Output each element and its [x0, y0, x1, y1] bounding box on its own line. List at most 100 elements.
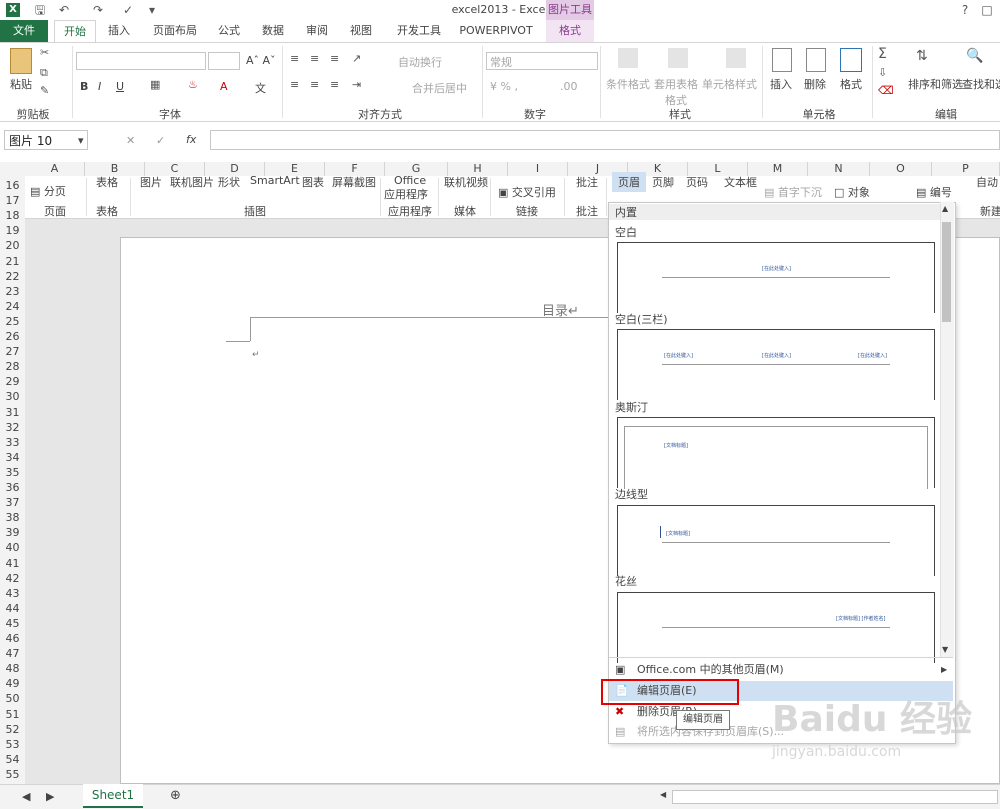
row-header[interactable]: 43 — [0, 586, 25, 601]
cancel-icon[interactable]: ✕ — [126, 134, 135, 147]
row-header[interactable]: 32 — [0, 420, 25, 435]
font-size-box[interactable] — [208, 52, 240, 70]
enter-icon[interactable]: ✓ — [156, 134, 165, 147]
menu-item-more-headers[interactable]: ▣ Office.com 中的其他页眉(M) ▶ — [609, 660, 953, 680]
cell-styles-button[interactable]: 单元格样式 — [702, 76, 757, 92]
undo-icon[interactable]: ↶ — [56, 2, 72, 18]
gallery-thumbnail-filigree[interactable]: [文档标题] [作者姓名] — [617, 592, 935, 663]
add-sheet-icon[interactable]: ⊕ — [170, 788, 181, 803]
row-header[interactable]: 34 — [0, 450, 25, 465]
footer-button[interactable]: 页脚 — [652, 174, 674, 190]
tab-powerpivot[interactable]: POWERPIVOT — [456, 20, 536, 42]
row-header[interactable]: 29 — [0, 374, 25, 389]
row-header[interactable]: 41 — [0, 556, 25, 571]
delete-cells-icon[interactable] — [806, 48, 826, 72]
row-header[interactable]: 21 — [0, 254, 25, 269]
row-header[interactable]: 28 — [0, 359, 25, 374]
autosum-icon[interactable]: Σ — [878, 46, 887, 62]
column-header[interactable]: I — [508, 162, 568, 176]
row-header[interactable]: 44 — [0, 601, 25, 616]
row-header[interactable]: 26 — [0, 329, 25, 344]
row-header[interactable]: 25 — [0, 314, 25, 329]
tab-file[interactable]: 文件 — [0, 20, 48, 42]
find-icon[interactable]: 🔍 — [966, 48, 983, 64]
tab-formulas[interactable]: 公式 — [210, 20, 248, 42]
find-select-button[interactable]: 查找和选 — [962, 76, 1000, 92]
customize-qat-icon[interactable]: ▾ — [144, 2, 160, 18]
format-table-button[interactable]: 套用表格格式 — [652, 76, 700, 108]
save-icon[interactable]: 🖫 — [32, 2, 48, 18]
tab-developer[interactable]: 开发工具 — [388, 20, 450, 42]
row-header[interactable]: 48 — [0, 661, 25, 676]
row-header[interactable]: 53 — [0, 737, 25, 752]
row-header[interactable]: 23 — [0, 284, 25, 299]
font-color-button[interactable]: A — [220, 80, 228, 93]
merge-center-button[interactable]: 合并后居中 — [412, 80, 467, 96]
currency-icon[interactable]: ¥ % , — [490, 80, 518, 93]
screenshot-button[interactable]: 屏幕截图 — [332, 174, 376, 190]
italic-button[interactable]: I — [98, 80, 101, 93]
row-header[interactable]: 37 — [0, 495, 25, 510]
scroll-up-icon[interactable]: ▲ — [942, 204, 948, 213]
format-table-icon[interactable] — [668, 48, 688, 68]
align-left-icon[interactable]: ≡ — [290, 78, 299, 91]
conditional-format-button[interactable]: 条件格式 — [606, 76, 650, 92]
row-header[interactable]: 24 — [0, 299, 25, 314]
formula-input[interactable] — [210, 130, 1000, 150]
row-header[interactable]: 18 — [0, 208, 25, 223]
gallery-scroll-thumb[interactable] — [942, 222, 951, 322]
tab-home[interactable]: 开始 — [54, 20, 96, 42]
row-header[interactable]: 31 — [0, 405, 25, 420]
copy-icon[interactable]: ⧉ — [40, 66, 48, 80]
sort-filter-button[interactable]: 排序和筛选 — [908, 76, 963, 92]
insert-cells-button[interactable]: 插入 — [770, 76, 792, 92]
ribbon-display-icon[interactable]: □ — [978, 2, 996, 18]
table-button[interactable]: 表格 — [96, 174, 118, 190]
gallery-thumbnail-blank[interactable]: [在此处键入] — [617, 242, 935, 313]
shapes-button[interactable]: 形状 — [218, 174, 240, 190]
tab-view[interactable]: 视图 — [342, 20, 380, 42]
font-name-box[interactable] — [76, 52, 206, 70]
tab-page-layout[interactable]: 页面布局 — [144, 20, 206, 42]
align-bottom-icon[interactable]: ≡ — [330, 52, 339, 65]
row-header[interactable]: 36 — [0, 480, 25, 495]
tab-data[interactable]: 数据 — [254, 20, 292, 42]
column-header[interactable]: N — [808, 162, 870, 176]
column-header[interactable]: M — [748, 162, 808, 176]
drop-cap-button[interactable]: ▤ 首字下沉 — [764, 184, 822, 200]
picture-button[interactable]: 图片 — [140, 174, 162, 190]
gallery-thumbnail-blank-three[interactable]: [在此处键入] [在此处键入] [在此处键入] — [617, 329, 935, 400]
align-center-icon[interactable]: ≡ — [310, 78, 319, 91]
online-video-button[interactable]: 联机视频 — [444, 174, 488, 190]
page-number-button[interactable]: 页码 — [686, 174, 708, 190]
format-painter-icon[interactable]: ✎ — [40, 84, 49, 97]
row-header[interactable]: 42 — [0, 571, 25, 586]
row-header[interactable]: 22 — [0, 269, 25, 284]
row-header[interactable]: 16 — [0, 178, 25, 193]
borders-icon[interactable]: ▦ — [150, 78, 160, 91]
page-break-button[interactable]: ▤ 分页 — [30, 183, 66, 199]
row-header[interactable]: 20 — [0, 238, 25, 253]
scroll-down-icon[interactable]: ▼ — [942, 645, 948, 654]
cell-styles-icon[interactable] — [726, 48, 746, 68]
name-box[interactable]: 图片 10 — [4, 130, 88, 150]
smartart-button[interactable]: SmartArt — [250, 174, 300, 187]
row-header[interactable]: 39 — [0, 525, 25, 540]
align-middle-icon[interactable]: ≡ — [310, 52, 319, 65]
office-apps-button-label[interactable]: 应用程序 — [384, 186, 428, 202]
indent-icon[interactable]: ⇥ — [352, 78, 361, 91]
fill-icon[interactable]: ⇩ — [878, 66, 887, 79]
row-header[interactable]: 47 — [0, 646, 25, 661]
underline-button[interactable]: U — [116, 80, 124, 93]
row-header[interactable]: 17 — [0, 193, 25, 208]
row-header[interactable]: 45 — [0, 616, 25, 631]
object-button[interactable]: □ 对象 — [834, 184, 870, 200]
chart-button[interactable]: 图表 — [302, 174, 324, 190]
numbering-button[interactable]: ▤ 编号 — [916, 184, 952, 200]
help-icon[interactable]: ? — [956, 2, 974, 18]
row-header[interactable]: 52 — [0, 722, 25, 737]
row-header[interactable]: 33 — [0, 435, 25, 450]
row-header[interactable]: 51 — [0, 707, 25, 722]
header-button[interactable]: 页眉 — [612, 172, 646, 192]
row-header[interactable]: 46 — [0, 631, 25, 646]
